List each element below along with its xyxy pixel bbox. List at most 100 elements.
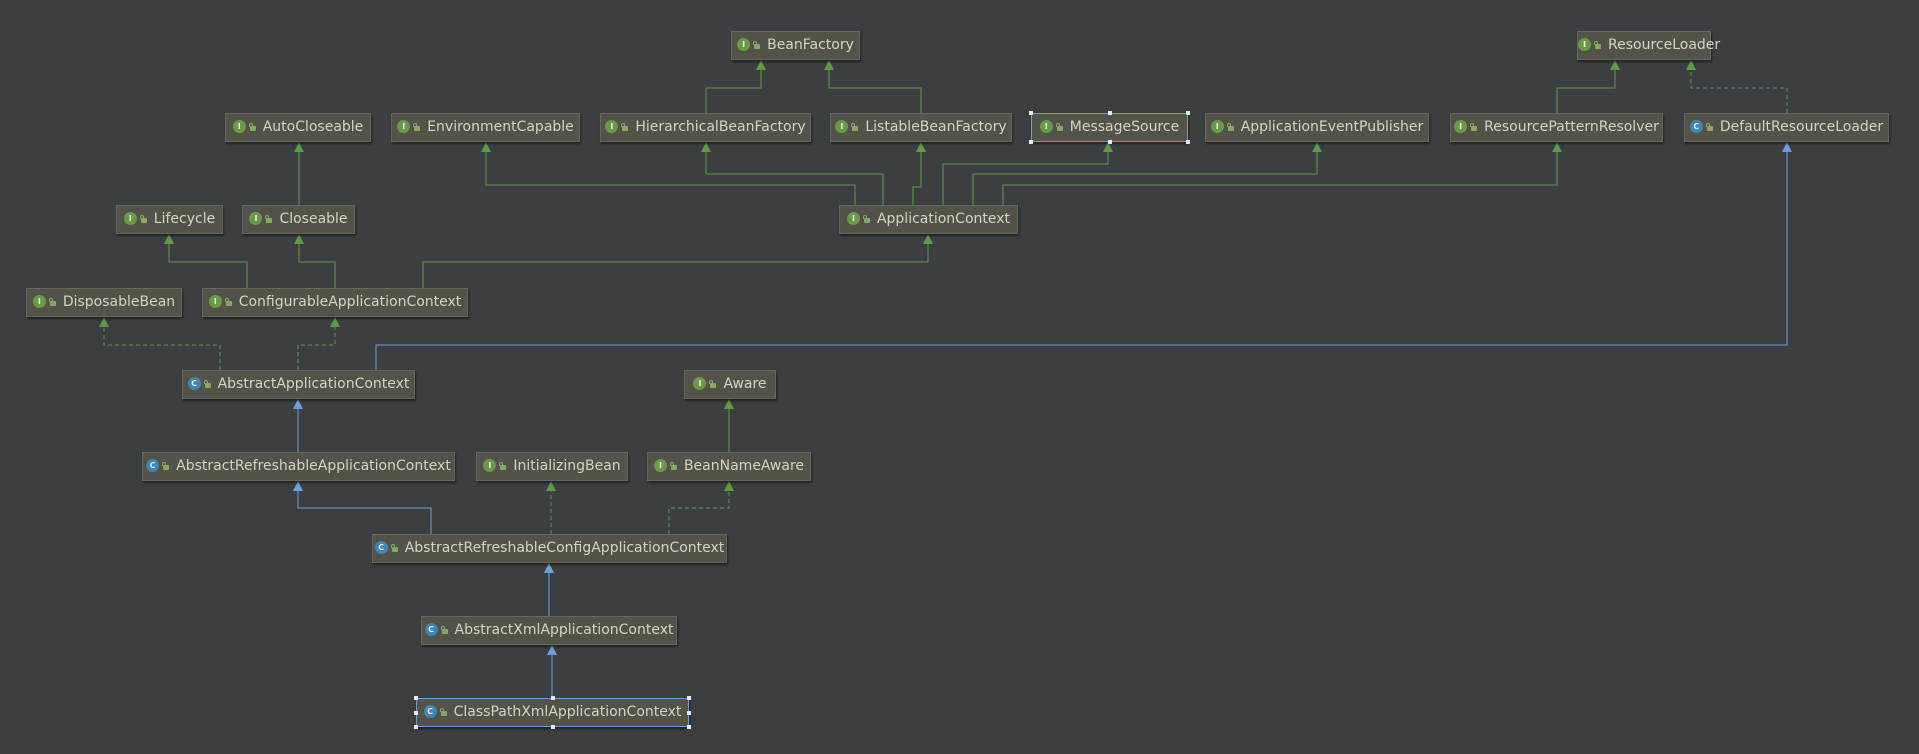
- selection-handle[interactable]: [1186, 140, 1190, 144]
- public-visibility-icon: [48, 297, 57, 306]
- edge-line: [422, 242, 929, 288]
- edge-line: [668, 489, 730, 534]
- selection-handle[interactable]: [1107, 111, 1112, 115]
- node-message-source[interactable]: I MessageSource: [1031, 113, 1188, 142]
- public-visibility-icon: [413, 122, 421, 131]
- node-label: EnvironmentCapable: [427, 119, 574, 135]
- selection-handle[interactable]: [687, 696, 691, 700]
- node-label: ResourceLoader: [1608, 37, 1721, 53]
- node-class-path-xml-application-context[interactable]: C ClassPathXmlApplicationContext: [416, 698, 689, 727]
- node-label: BeanFactory: [767, 37, 854, 53]
- node-application-context[interactable]: I ApplicationContext: [839, 205, 1018, 234]
- edge-arrowhead: [294, 142, 304, 152]
- node-hierarchical-bean-factory[interactable]: I HierarchicalBeanFactory: [600, 113, 811, 142]
- node-label: Closeable: [279, 211, 348, 227]
- node-bean-name-aware[interactable]: I BeanNameAware: [647, 452, 811, 481]
- edge-configurable-application-context-to-closeable: [294, 234, 336, 288]
- selection-handle[interactable]: [414, 710, 418, 715]
- selection-handle[interactable]: [1029, 140, 1033, 144]
- public-visibility-icon: [248, 122, 257, 131]
- interface-icon: I: [693, 376, 707, 390]
- edge-class-path-xml-application-context-to-abstract-xml-application-context: [547, 645, 557, 698]
- node-environment-capable[interactable]: I EnvironmentCapable: [391, 113, 580, 142]
- selection-handle[interactable]: [414, 696, 418, 700]
- edge-line: [1556, 68, 1616, 113]
- node-label: ListableBeanFactory: [865, 119, 1007, 135]
- selection-handle[interactable]: [550, 696, 555, 700]
- node-disposable-bean[interactable]: I DisposableBean: [26, 288, 182, 317]
- node-label: DefaultResourceLoader: [1719, 119, 1884, 135]
- node-closeable[interactable]: I Closeable: [242, 205, 355, 234]
- node-abstract-xml-application-context[interactable]: C AbstractXmlApplicationContext: [421, 616, 677, 645]
- edge-configurable-application-context-to-application-context: [422, 234, 933, 288]
- edge-abstract-refreshable-config-application-context-to-abstract-refreshable-application-context: [293, 481, 432, 534]
- edge-listable-bean-factory-to-bean-factory: [824, 60, 922, 113]
- public-visibility-icon: [1470, 122, 1478, 131]
- node-abstract-application-context[interactable]: C AbstractApplicationContext: [182, 370, 415, 399]
- public-visibility-icon: [669, 461, 678, 470]
- edge-arrowhead: [1610, 60, 1620, 70]
- node-lifecycle[interactable]: I Lifecycle: [116, 205, 223, 234]
- node-resource-pattern-resolver[interactable]: I ResourcePatternResolver: [1450, 113, 1663, 142]
- node-default-resource-loader[interactable]: C DefaultResourceLoader: [1684, 113, 1889, 142]
- public-visibility-icon: [162, 461, 170, 470]
- node-label: BeanNameAware: [683, 458, 805, 474]
- class-icon: C: [424, 622, 438, 636]
- selection-handle[interactable]: [1186, 111, 1190, 115]
- edge-arrowhead: [724, 481, 734, 491]
- public-visibility-icon: [265, 214, 273, 223]
- edge-line: [103, 325, 221, 370]
- class-hierarchy-diagram: I BeanFactory I ResourceLoader I AutoCloseabl…: [0, 0, 1919, 754]
- interface-icon: I: [232, 119, 246, 133]
- node-abstract-refreshable-application-context[interactable]: C AbstractRefreshableApplicationContext: [142, 452, 455, 481]
- selection-handle[interactable]: [687, 725, 691, 729]
- edge-line: [705, 68, 762, 113]
- edge-arrowhead: [1552, 142, 1562, 152]
- class-icon: C: [423, 704, 437, 718]
- node-label: AutoCloseable: [262, 119, 364, 135]
- edge-arrowhead: [547, 645, 557, 655]
- node-bean-factory[interactable]: I BeanFactory: [731, 31, 860, 60]
- node-label: ClassPathXmlApplicationContext: [453, 704, 682, 720]
- node-label: Aware: [723, 376, 767, 392]
- class-icon: C: [146, 458, 160, 472]
- node-application-event-publisher[interactable]: I ApplicationEventPublisher: [1205, 113, 1429, 142]
- edge-arrowhead: [294, 234, 304, 244]
- selection-handle[interactable]: [687, 710, 691, 715]
- edge-hierarchical-bean-factory-to-bean-factory: [705, 60, 766, 113]
- node-initializing-bean[interactable]: I InitializingBean: [476, 452, 628, 481]
- node-listable-bean-factory[interactable]: I ListableBeanFactory: [830, 113, 1012, 142]
- node-auto-closeable[interactable]: I AutoCloseable: [225, 113, 371, 142]
- edge-arrowhead: [164, 234, 174, 244]
- interface-icon: I: [846, 211, 860, 225]
- public-visibility-icon: [851, 122, 859, 131]
- public-visibility-icon: [862, 214, 871, 223]
- node-aware[interactable]: I Aware: [684, 370, 776, 399]
- node-resource-loader[interactable]: I ResourceLoader: [1577, 31, 1720, 60]
- edge-closeable-to-auto-closeable: [294, 142, 304, 205]
- selection-handle[interactable]: [414, 725, 418, 729]
- public-visibility-icon: [440, 625, 449, 634]
- edge-arrowhead: [1312, 142, 1322, 152]
- edge-line: [912, 150, 922, 205]
- edge-abstract-application-context-to-configurable-application-context: [297, 317, 340, 370]
- interface-icon: I: [32, 294, 46, 308]
- node-label: AbstractRefreshableApplicationContext: [176, 458, 451, 474]
- node-label: ApplicationEventPublisher: [1240, 119, 1424, 135]
- public-visibility-icon: [1055, 122, 1064, 131]
- edge-abstract-refreshable-config-application-context-to-initializing-bean: [546, 481, 556, 534]
- interface-icon: I: [835, 119, 849, 133]
- node-label: HierarchicalBeanFactory: [635, 119, 806, 135]
- edge-line: [1002, 150, 1558, 205]
- node-abstract-refreshable-config-application-context[interactable]: C AbstractRefreshableConfigApplicationCon…: [372, 534, 727, 563]
- interface-icon: I: [123, 211, 137, 225]
- selection-handle[interactable]: [1029, 111, 1033, 115]
- selection-handle[interactable]: [550, 725, 555, 729]
- edge-arrowhead: [544, 563, 554, 573]
- node-label: ConfigurableApplicationContext: [238, 294, 462, 310]
- node-configurable-application-context[interactable]: I ConfigurableApplicationContext: [202, 288, 468, 317]
- interface-icon: I: [397, 119, 411, 133]
- public-visibility-icon: [1705, 122, 1714, 131]
- selection-handle[interactable]: [1107, 140, 1112, 144]
- public-visibility-icon: [753, 40, 761, 49]
